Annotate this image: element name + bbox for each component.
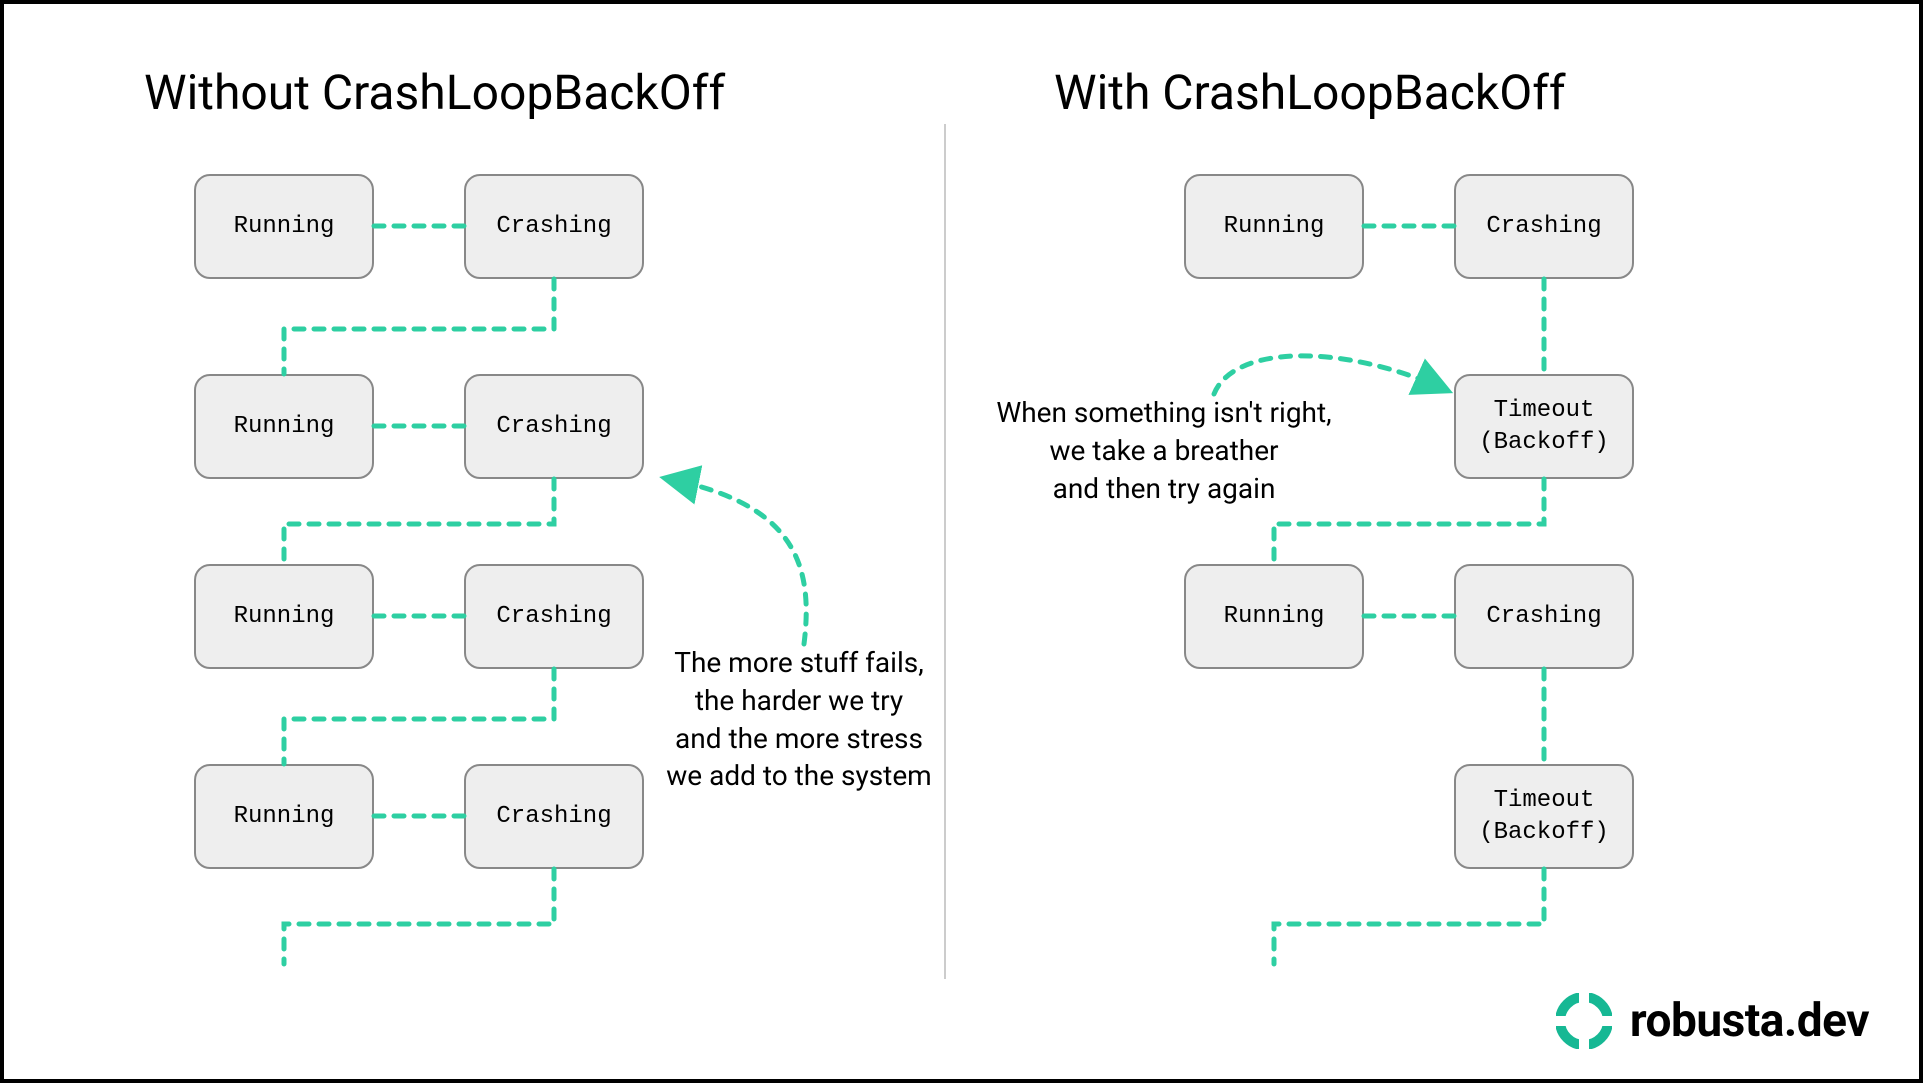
annotation-line: The more stuff fails, [674,646,923,679]
state-node-crashing: Crashing [1454,564,1634,669]
state-node-running: Running [194,564,374,669]
vertical-divider [944,124,946,979]
annotation-right: When something isn't right, we take a br… [959,394,1369,507]
state-node-crashing: Crashing [464,564,644,669]
annotation-line: and the more stress [675,722,923,755]
state-node-crashing: Crashing [464,174,644,279]
state-node-running: Running [194,764,374,869]
brand-logo: robusta.dev [1556,993,1869,1049]
state-node-crashing: Crashing [464,374,644,479]
diagram-frame: Without CrashLoopBackOff With CrashLoopB… [0,0,1923,1083]
state-node-running: Running [1184,564,1364,669]
brand-text: robusta.dev [1630,994,1869,1048]
state-node-crashing: Crashing [464,764,644,869]
annotation-line: and then try again [1053,472,1276,505]
state-node-running: Running [1184,174,1364,279]
annotation-line: When something isn't right, [996,396,1331,429]
state-node-crashing: Crashing [1454,174,1634,279]
heading-left: Without CrashLoopBackOff [144,64,725,121]
state-node-timeout: Timeout (Backoff) [1454,374,1634,479]
annotation-left: The more stuff fails, the harder we try … [644,644,954,795]
lifebuoy-icon [1556,993,1612,1049]
state-node-running: Running [194,374,374,479]
state-node-running: Running [194,174,374,279]
heading-right: With CrashLoopBackOff [1054,64,1566,121]
annotation-line: the harder we try [695,684,903,717]
state-node-timeout: Timeout (Backoff) [1454,764,1634,869]
connectors [4,4,1923,1087]
annotation-line: we add to the system [666,759,931,792]
annotation-line: we take a breather [1049,434,1278,467]
